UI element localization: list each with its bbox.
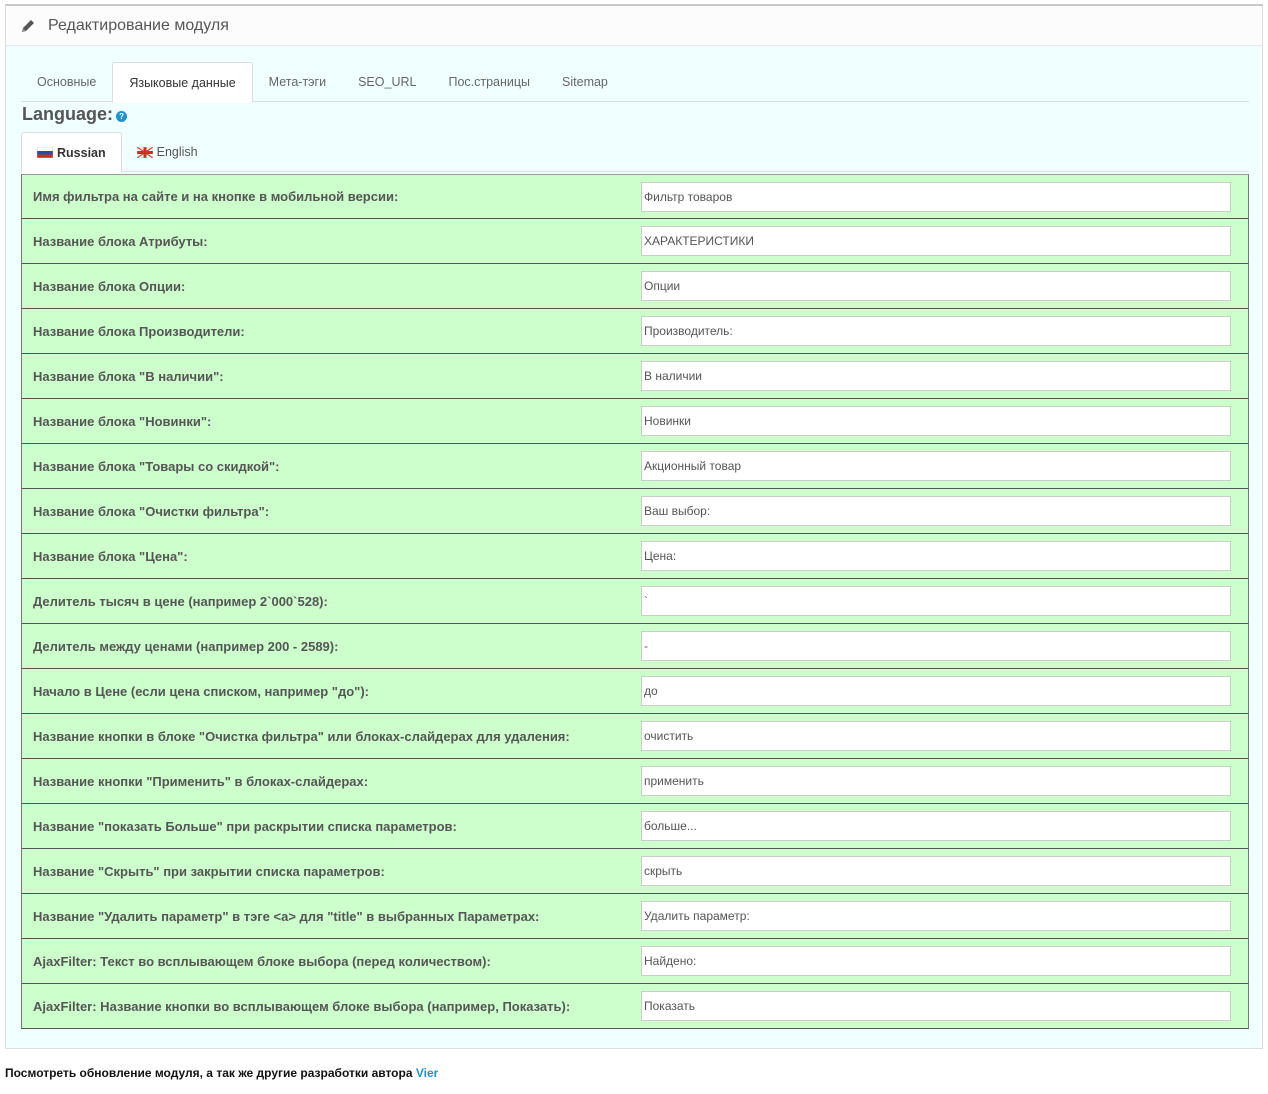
row-label: Название блока "Товары со скидкой": <box>33 458 280 474</box>
panel-heading: Редактирование модуля <box>6 6 1262 46</box>
table-row: Начало в Цене (если цена списком, наприм… <box>21 669 1249 714</box>
table-row: Название блока Производители: <box>21 309 1249 354</box>
row-label: Делитель между ценами (например 200 - 25… <box>33 638 339 654</box>
table-row: AjaxFilter: Текст во всплывающем блоке в… <box>21 939 1249 984</box>
text-field[interactable] <box>641 721 1231 751</box>
text-field[interactable] <box>641 181 1231 212</box>
table-row: Название "Скрыть" при закрытии списка па… <box>21 849 1249 894</box>
text-field[interactable] <box>641 631 1231 661</box>
row-label: AjaxFilter: Название кнопки во всплывающ… <box>33 998 571 1014</box>
table-row: Название "Удалить параметр" в тэге <a> д… <box>21 894 1249 939</box>
row-label: Название "Удалить параметр" в тэге <a> д… <box>33 908 540 924</box>
table-row: AjaxFilter: Название кнопки во всплывающ… <box>21 984 1249 1029</box>
row-label: Название блока Опции: <box>33 278 186 294</box>
tab-landing-pages[interactable]: Пос.страницы <box>432 62 546 102</box>
tab-meta-tags[interactable]: Мета-тэги <box>253 62 342 102</box>
tab-language-data[interactable]: Языковые данные <box>112 62 253 103</box>
table-row: Название кнопки в блоке "Очистка фильтра… <box>21 714 1249 759</box>
text-field[interactable] <box>641 901 1231 931</box>
text-field[interactable] <box>641 991 1231 1021</box>
language-heading: Language: ? <box>22 104 128 125</box>
table-row: Название блока "Очистки фильтра": <box>21 489 1249 534</box>
table-row: Название "показать Больше" при раскрытии… <box>21 804 1249 849</box>
text-field[interactable] <box>641 406 1231 436</box>
table-row: Название блока "Товары со скидкой": <box>21 444 1249 489</box>
table-row: Название кнопки "Применить" в блоках-сла… <box>21 759 1249 804</box>
tab-english-label: English <box>156 145 198 159</box>
russian-flag-icon <box>36 146 54 159</box>
main-tabs: Основные Языковые данные Мета-тэги SEO_U… <box>21 62 1249 103</box>
text-field[interactable] <box>641 316 1231 346</box>
text-field[interactable] <box>641 946 1231 976</box>
settings-table: Имя фильтра на сайте и на кнопке в мобил… <box>21 174 1249 1029</box>
row-label: Название блока Атрибуты: <box>33 233 208 249</box>
language-label: Language: <box>22 104 114 124</box>
text-field[interactable] <box>641 451 1231 481</box>
text-field[interactable] <box>641 226 1231 256</box>
row-label: Название кнопки в блоке "Очистка фильтра… <box>33 728 570 744</box>
module-edit-panel: Редактирование модуля Основные Языковые … <box>5 4 1263 1049</box>
tab-seo-url[interactable]: SEO_URL <box>342 62 432 102</box>
footer-text: Посмотреть обновление модуля, а так же д… <box>5 1066 416 1080</box>
author-link[interactable]: Vier <box>416 1066 438 1080</box>
row-label: Название "Скрыть" при закрытии списка па… <box>33 863 385 879</box>
row-label: Название "показать Больше" при раскрытии… <box>33 818 457 834</box>
text-field[interactable] <box>641 271 1231 301</box>
tab-russian[interactable]: Russian <box>21 132 122 173</box>
tab-russian-label: Russian <box>57 145 106 160</box>
tab-general[interactable]: Основные <box>21 62 112 102</box>
row-label: Название кнопки "Применить" в блоках-сла… <box>33 773 369 789</box>
row-label: Имя фильтра на сайте и на кнопке в мобил… <box>33 189 399 204</box>
pencil-icon <box>20 18 36 34</box>
table-row: Название блока "Цена": <box>21 534 1249 579</box>
text-field[interactable] <box>641 361 1231 391</box>
table-row: Делитель между ценами (например 200 - 25… <box>21 624 1249 669</box>
table-row: Название блока Атрибуты: <box>21 219 1249 264</box>
text-field[interactable] <box>641 496 1231 526</box>
text-field[interactable] <box>641 586 1231 616</box>
text-field[interactable] <box>641 676 1231 706</box>
english-flag-icon <box>136 146 153 158</box>
page-title: Редактирование модуля <box>48 16 229 34</box>
table-row: Имя фильтра на сайте и на кнопке в мобил… <box>21 174 1249 219</box>
tab-english[interactable]: English <box>122 132 213 172</box>
text-field[interactable] <box>641 811 1231 841</box>
row-label: Название блока "Цена": <box>33 548 188 564</box>
text-field[interactable] <box>641 766 1231 796</box>
footer-note: Посмотреть обновление модуля, а так же д… <box>5 1066 438 1080</box>
row-label: Начало в Цене (если цена списком, наприм… <box>33 683 369 699</box>
table-row: Название блока Опции: <box>21 264 1249 309</box>
row-label: Название блока "Очистки фильтра": <box>33 503 270 519</box>
row-label: Название блока Производители: <box>33 323 245 339</box>
row-label: Название блока "В наличии": <box>33 368 224 384</box>
table-row: Название блока "Новинки": <box>21 399 1249 444</box>
row-label: AjaxFilter: Текст во всплывающем блоке в… <box>33 953 491 969</box>
text-field[interactable] <box>641 541 1231 571</box>
row-label: Делитель тысяч в цене (например 2`000`52… <box>33 593 328 609</box>
text-field[interactable] <box>641 856 1231 886</box>
language-tabs: Russian English <box>21 132 1249 173</box>
table-row: Название блока "В наличии": <box>21 354 1249 399</box>
table-row: Делитель тысяч в цене (например 2`000`52… <box>21 579 1249 624</box>
help-icon[interactable]: ? <box>116 111 128 122</box>
row-label: Название блока "Новинки": <box>33 413 212 429</box>
tab-sitemap[interactable]: Sitemap <box>546 62 624 102</box>
